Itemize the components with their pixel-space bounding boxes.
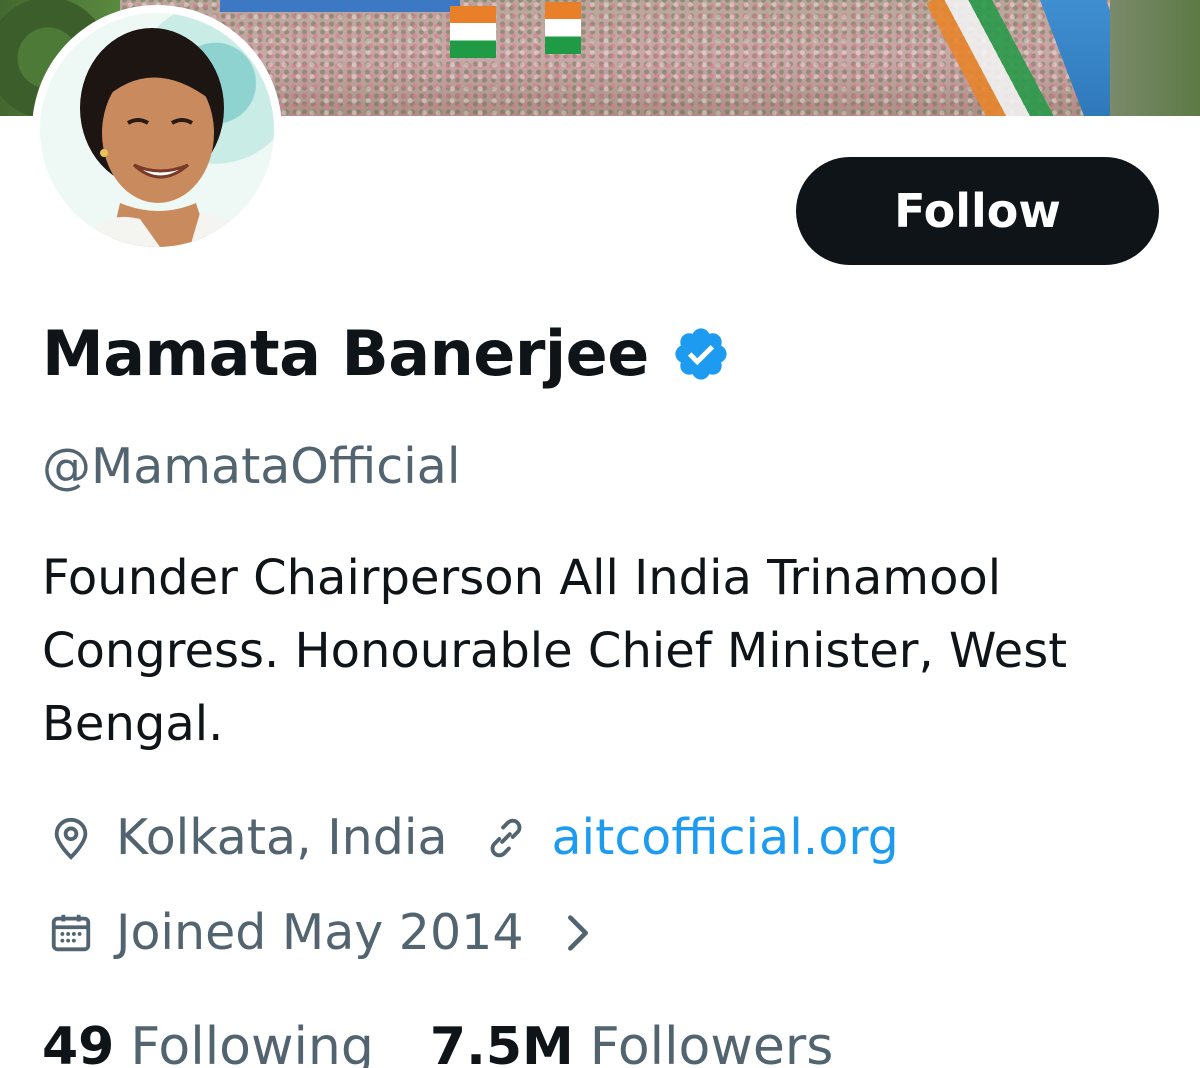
meta-row-location-website: Kolkata, India aitcofficial.org: [48, 805, 899, 871]
calendar-icon: [51, 914, 91, 952]
verified-badge-icon[interactable]: [671, 324, 731, 384]
followers-label: Followers: [589, 1017, 834, 1068]
location-text: Kolkata, India: [116, 809, 448, 866]
avatar-portrait: [80, 28, 254, 247]
chevron-right-icon[interactable]: [558, 910, 598, 956]
banner-road: [925, 0, 1055, 116]
following-label: Following: [130, 1017, 374, 1068]
following-stat[interactable]: 49 Following: [42, 1012, 374, 1068]
handle: @MamataOfficial: [42, 438, 461, 495]
avatar[interactable]: [32, 5, 282, 255]
profile-page: Follow Mamata Banerjee @MamataOfficial F…: [0, 0, 1200, 1068]
followers-stat[interactable]: 7.5M Followers: [430, 1012, 833, 1068]
banner-flag-right: [545, 2, 581, 54]
avatar-image: [40, 13, 274, 247]
bio: Founder Chairperson All India Trinamool …: [42, 550, 1068, 752]
meta-row-joined[interactable]: Joined May 2014: [48, 900, 620, 966]
location-pin-icon: [54, 817, 88, 860]
followers-count: 7.5M: [429, 1017, 574, 1068]
follow-stats: 49 Following 7.5M Followers: [42, 1012, 833, 1068]
website-link[interactable]: aitcofficial.org: [551, 805, 898, 871]
following-count: 49: [42, 1017, 115, 1068]
joined-text: Joined May 2014: [116, 904, 524, 961]
banner-flag-left: [450, 6, 496, 58]
display-name-row: Mamata Banerjee: [42, 312, 731, 396]
link-icon: [491, 818, 522, 858]
follow-button[interactable]: Follow: [796, 157, 1159, 265]
banner-stage: [220, 0, 460, 12]
banner-trees-right: [1110, 0, 1200, 116]
display-name: Mamata Banerjee: [42, 317, 649, 390]
